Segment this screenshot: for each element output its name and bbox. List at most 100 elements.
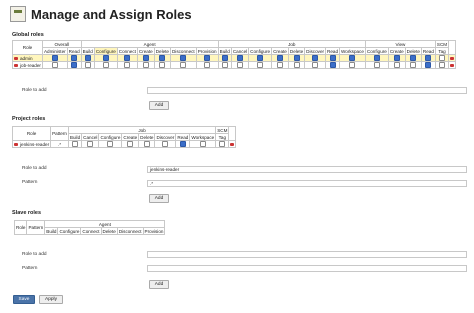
permission-checkbox[interactable] — [179, 141, 186, 147]
permission-checkbox[interactable] — [219, 141, 226, 147]
permission-checkbox[interactable] — [439, 62, 446, 68]
permission-checkbox[interactable] — [71, 55, 78, 61]
jenkins-logo-icon — [10, 6, 26, 22]
permission-checkbox[interactable] — [276, 62, 283, 68]
delete-role-icon[interactable] — [450, 56, 455, 60]
permission-cell — [66, 54, 82, 62]
permission-checkbox[interactable] — [159, 62, 166, 68]
permission-column-header: Create — [271, 47, 289, 55]
permission-checkbox[interactable] — [51, 55, 58, 61]
permission-checkbox[interactable] — [410, 62, 417, 68]
permission-cell — [404, 54, 422, 62]
permission-checkbox[interactable] — [51, 62, 58, 68]
delete-role-icon[interactable] — [14, 142, 18, 146]
role-name-cell: jenkins-reader — [11, 140, 52, 148]
permission-cell — [404, 61, 422, 69]
permission-checkbox[interactable] — [276, 55, 283, 61]
group-header: Agent — [80, 40, 219, 48]
permission-column-header: Workspace — [339, 47, 366, 55]
permission-column-header: Build — [80, 47, 95, 55]
delete-role-icon[interactable] — [14, 63, 18, 67]
group-header: Overall — [41, 40, 82, 48]
permission-checkbox[interactable] — [425, 62, 432, 68]
permission-checkbox[interactable] — [221, 62, 228, 68]
global-roles-table: Role Overall Agent Job View SCM Administ… — [12, 40, 457, 69]
delete-role-icon[interactable] — [14, 56, 18, 60]
global-roles-title: Global roles — [12, 32, 44, 38]
slave-pattern-input[interactable] — [147, 265, 467, 272]
project-role-input[interactable]: jenkins-reader — [147, 166, 467, 173]
permission-checkbox[interactable] — [180, 55, 187, 61]
permission-cell — [67, 140, 83, 148]
slave-role-input[interactable] — [147, 251, 467, 258]
pattern-column-header: Pattern — [50, 126, 69, 141]
permission-checkbox[interactable] — [72, 141, 79, 147]
page-title: Manage and Assign Roles — [31, 6, 192, 22]
permission-checkbox[interactable] — [237, 55, 243, 61]
apply-button[interactable]: Apply — [39, 295, 63, 304]
permission-checkbox[interactable] — [124, 55, 131, 61]
permission-column-header: Discover — [154, 133, 177, 141]
permission-checkbox[interactable] — [257, 55, 264, 61]
permission-checkbox[interactable] — [312, 55, 319, 61]
permission-checkbox[interactable] — [293, 55, 300, 61]
permission-checkbox[interactable] — [257, 62, 264, 68]
permission-checkbox[interactable] — [425, 55, 432, 61]
permission-checkbox[interactable] — [142, 62, 149, 68]
permission-cell — [287, 54, 306, 62]
permission-checkbox[interactable] — [329, 62, 336, 68]
permission-cell — [420, 54, 436, 62]
delete-role-icon[interactable] — [450, 63, 455, 67]
permission-cell — [80, 61, 95, 69]
permission-checkbox[interactable] — [373, 55, 380, 61]
save-button[interactable]: Save — [13, 295, 35, 304]
permission-cell — [153, 61, 171, 69]
project-roles-title: Project roles — [12, 116, 46, 122]
permission-checkbox[interactable] — [199, 141, 206, 147]
permission-checkbox[interactable] — [349, 62, 356, 68]
permission-checkbox[interactable] — [102, 62, 109, 68]
permission-checkbox[interactable] — [124, 62, 131, 68]
project-pattern-input[interactable]: .* — [147, 180, 467, 187]
permission-cell — [98, 140, 123, 148]
permission-checkbox[interactable] — [439, 55, 446, 61]
table-row: admin — [12, 54, 457, 62]
permission-checkbox[interactable] — [373, 62, 380, 68]
role-name-cell: job-reader — [12, 61, 43, 69]
delete-cell — [228, 140, 237, 148]
permission-checkbox[interactable] — [204, 55, 211, 61]
permission-checkbox[interactable] — [312, 62, 319, 68]
page-header: Manage and Assign Roles — [10, 5, 192, 23]
permission-checkbox[interactable] — [127, 141, 134, 147]
permission-cell — [339, 61, 366, 69]
permission-checkbox[interactable] — [143, 141, 150, 147]
permission-cell — [189, 140, 217, 148]
permission-checkbox[interactable] — [410, 55, 417, 61]
permission-checkbox[interactable] — [84, 55, 91, 61]
add-project-role-button[interactable]: Add — [149, 194, 169, 203]
permission-checkbox[interactable] — [159, 55, 166, 61]
permission-checkbox[interactable] — [204, 62, 211, 68]
permission-checkbox[interactable] — [393, 55, 400, 61]
permission-checkbox[interactable] — [221, 55, 228, 61]
permission-checkbox[interactable] — [102, 55, 109, 61]
permission-checkbox[interactable] — [329, 55, 336, 61]
permission-checkbox[interactable] — [84, 62, 91, 68]
permission-checkbox[interactable] — [293, 62, 300, 68]
permission-checkbox[interactable] — [162, 141, 169, 147]
permission-checkbox[interactable] — [71, 62, 78, 68]
add-global-role-button[interactable]: Add — [149, 101, 169, 110]
permission-checkbox[interactable] — [87, 141, 94, 147]
permission-checkbox[interactable] — [180, 62, 187, 68]
permission-checkbox[interactable] — [142, 55, 149, 61]
permission-checkbox[interactable] — [107, 141, 114, 147]
add-slave-role-button[interactable]: Add — [149, 280, 169, 289]
permission-cell — [217, 61, 232, 69]
global-role-input[interactable] — [147, 87, 467, 94]
permission-checkbox[interactable] — [393, 62, 400, 68]
permission-cell — [116, 54, 138, 62]
permission-checkbox[interactable] — [237, 62, 243, 68]
permission-checkbox[interactable] — [349, 55, 356, 61]
delete-role-icon[interactable] — [230, 142, 235, 146]
table-row: jenkins-reader .* — [11, 140, 237, 148]
